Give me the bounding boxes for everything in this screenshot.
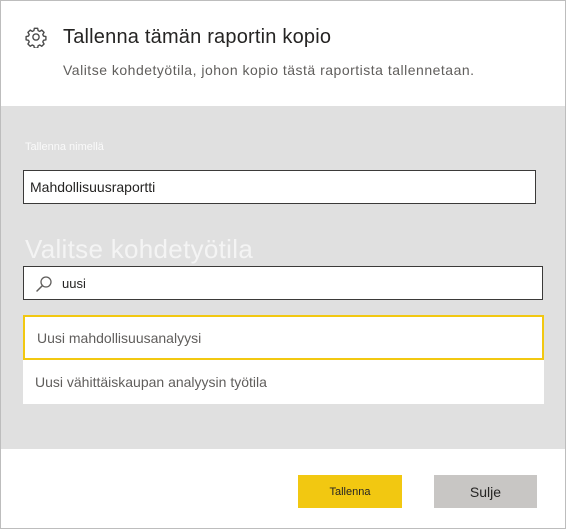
workspace-option[interactable]: Uusi vähittäiskaupan analyysin työtila xyxy=(23,360,544,404)
save-button[interactable]: Tallenna xyxy=(298,475,402,508)
workspace-option-label: Uusi vähittäiskaupan analyysin työtila xyxy=(35,374,267,390)
workspace-heading: Valitse kohdetyötila xyxy=(25,234,254,264)
workspace-results-list: Uusi mahdollisuusanalyysi Uusi vähittäis… xyxy=(23,315,544,404)
dialog-body: Tallenna nimellä Valitse kohdetyötila Uu… xyxy=(1,106,565,449)
gear-icon xyxy=(25,27,47,48)
save-as-label: Tallenna nimellä xyxy=(25,141,104,153)
workspace-option-label: Uusi mahdollisuusanalyysi xyxy=(37,329,202,346)
workspace-search-box[interactable] xyxy=(23,266,543,300)
dialog-footer: Tallenna Sulje xyxy=(1,449,565,528)
search-icon xyxy=(36,276,52,292)
save-copy-dialog: Tallenna tämän raportin kopio Valitse ko… xyxy=(0,0,566,529)
report-name-input[interactable] xyxy=(23,170,536,204)
workspace-search-input[interactable] xyxy=(62,267,532,299)
close-button[interactable]: Sulje xyxy=(434,475,537,508)
workspace-option[interactable]: Uusi mahdollisuusanalyysi xyxy=(23,315,544,360)
dialog-subtitle: Valitse kohdetyötila, johon kopio tästä … xyxy=(63,62,475,78)
dialog-title: Tallenna tämän raportin kopio xyxy=(63,26,332,48)
dialog-header: Tallenna tämän raportin kopio Valitse ko… xyxy=(1,1,565,106)
